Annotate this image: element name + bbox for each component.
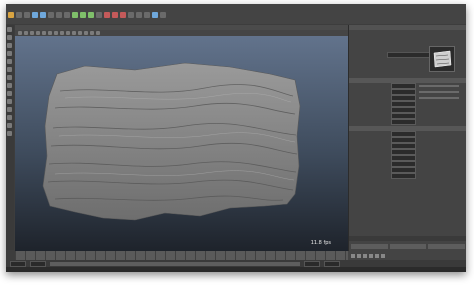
undo-icon[interactable]: [32, 11, 38, 18]
select-hierarchy-icon[interactable]: [48, 11, 54, 18]
perspective-viewport[interactable]: 11.8 fps: [15, 25, 348, 251]
smooth-shade-icon[interactable]: [66, 31, 70, 35]
channel-box-toggle-icon[interactable]: [160, 11, 166, 18]
bookmark-icon[interactable]: [30, 31, 34, 35]
end-frame-field[interactable]: [324, 260, 340, 267]
shadows-icon[interactable]: [84, 31, 88, 35]
snap-curve-icon[interactable]: [80, 11, 86, 18]
attr-row: [349, 173, 466, 179]
copy-tab-button[interactable]: [428, 244, 466, 249]
textured-icon[interactable]: [72, 31, 76, 35]
lights-icon[interactable]: [78, 31, 82, 35]
layout-hypershade-icon[interactable]: [7, 123, 12, 128]
maya-window: 11.8 fps: [6, 4, 466, 272]
select-object-icon[interactable]: [56, 11, 62, 18]
lasso-tool-icon[interactable]: [7, 35, 12, 40]
ipr-render-icon[interactable]: [112, 11, 118, 18]
sidebar-toggle-icon[interactable]: [136, 11, 142, 18]
select-tool-icon[interactable]: [7, 27, 12, 32]
load-attributes-button[interactable]: [389, 244, 427, 249]
attr-row: [349, 119, 466, 125]
history-icon[interactable]: [96, 11, 102, 18]
playback-start-field[interactable]: [30, 260, 46, 267]
attr-slider[interactable]: [419, 97, 459, 99]
fps-readout: 11.8 fps: [311, 240, 332, 246]
node-swatch: [429, 46, 455, 72]
play-back-icon[interactable]: [363, 253, 367, 258]
step-forward-icon[interactable]: [375, 253, 379, 258]
attr-slider[interactable]: [419, 85, 459, 87]
scale-tool-icon[interactable]: [7, 67, 12, 72]
playback-end-field[interactable]: [304, 260, 320, 267]
open-scene-icon[interactable]: [16, 11, 22, 18]
attribute-editor-buttons: [349, 242, 466, 251]
attr-field[interactable]: [391, 173, 416, 179]
notes-field[interactable]: [349, 236, 466, 241]
film-gate-icon[interactable]: [48, 31, 52, 35]
wireframe-icon[interactable]: [60, 31, 64, 35]
save-scene-icon[interactable]: [24, 11, 30, 18]
move-tool-icon[interactable]: [7, 51, 12, 56]
modeling-toolkit-icon[interactable]: [144, 11, 150, 18]
xray-icon[interactable]: [96, 31, 100, 35]
select-component-icon[interactable]: [64, 11, 70, 18]
go-to-start-icon[interactable]: [351, 253, 355, 258]
last-tool-icon[interactable]: [7, 75, 12, 80]
node-header: [349, 41, 466, 77]
layout-single-icon[interactable]: [7, 83, 12, 88]
layout-outliner-icon[interactable]: [7, 107, 12, 112]
texture-preview-icon: [433, 50, 452, 68]
camera-attributes-icon[interactable]: [24, 31, 28, 35]
layout-four-icon[interactable]: [7, 91, 12, 96]
time-slider[interactable]: [15, 251, 348, 260]
isolate-select-icon[interactable]: [90, 31, 94, 35]
new-scene-icon[interactable]: [8, 11, 14, 18]
shelf-tabs: [6, 19, 466, 24]
top-toolbar-area: [6, 4, 466, 24]
range-slider: [6, 260, 466, 267]
start-frame-field[interactable]: [10, 260, 26, 267]
command-line[interactable]: [6, 267, 466, 272]
image-plane-icon[interactable]: [36, 31, 40, 35]
attr-field[interactable]: [391, 119, 416, 125]
toolbox: [6, 25, 14, 250]
viewport-scene[interactable]: 11.8 fps: [15, 36, 348, 251]
layout-custom-icon[interactable]: [7, 131, 12, 136]
attr-slider[interactable]: [419, 91, 459, 93]
range-slider-bar[interactable]: [50, 261, 300, 266]
render-settings-icon[interactable]: [120, 11, 126, 18]
play-icon[interactable]: [369, 253, 373, 258]
snap-grid-icon[interactable]: [72, 11, 78, 18]
camera-icon[interactable]: [18, 31, 22, 35]
layout-graph-icon[interactable]: [7, 115, 12, 120]
redo-icon[interactable]: [40, 11, 46, 18]
go-to-end-icon[interactable]: [381, 253, 385, 258]
attribute-editor: [348, 25, 466, 251]
bark-mesh: 11.8 fps: [42, 62, 332, 246]
select-button[interactable]: [351, 244, 388, 249]
resolution-gate-icon[interactable]: [54, 31, 58, 35]
input-line-icon[interactable]: [128, 11, 134, 18]
paint-select-tool-icon[interactable]: [7, 43, 12, 48]
layout-split-icon[interactable]: [7, 99, 12, 104]
step-back-icon[interactable]: [357, 253, 361, 258]
time-slider-ticks: [15, 251, 348, 260]
rotate-tool-icon[interactable]: [7, 59, 12, 64]
status-line: [6, 10, 466, 19]
node-name-field[interactable]: [387, 52, 430, 58]
playback-controls: [348, 251, 466, 260]
attribute-editor-toggle-icon[interactable]: [152, 11, 158, 18]
render-icon[interactable]: [104, 11, 110, 18]
snap-point-icon[interactable]: [88, 11, 94, 18]
grid-icon[interactable]: [42, 31, 46, 35]
